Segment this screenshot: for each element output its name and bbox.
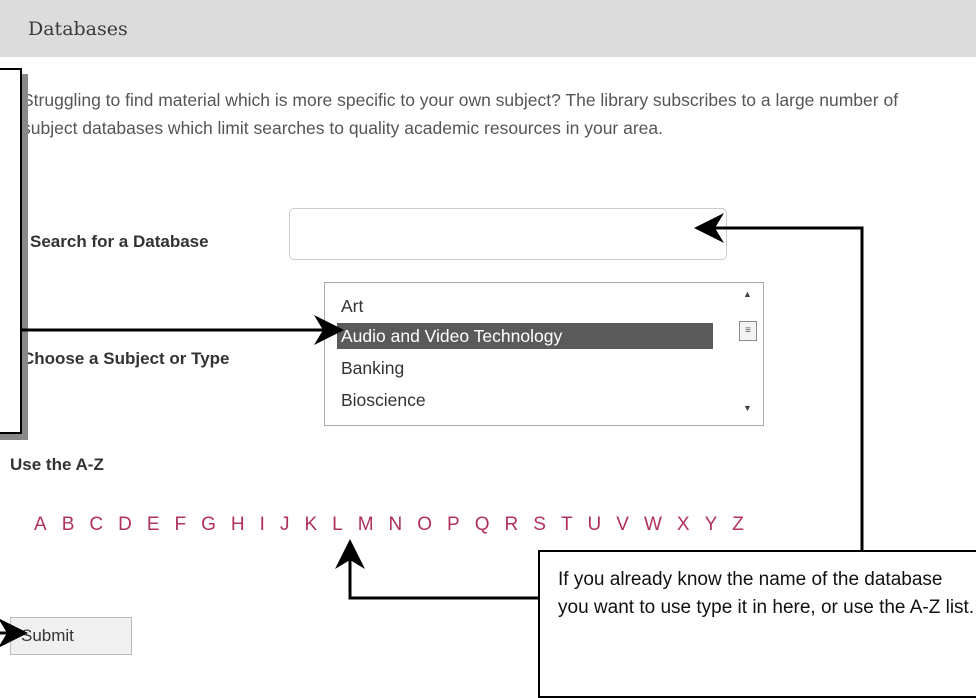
arrow-to-search	[694, 213, 864, 552]
annotation-arrows	[0, 213, 864, 648]
arrow-to-az	[335, 539, 540, 600]
